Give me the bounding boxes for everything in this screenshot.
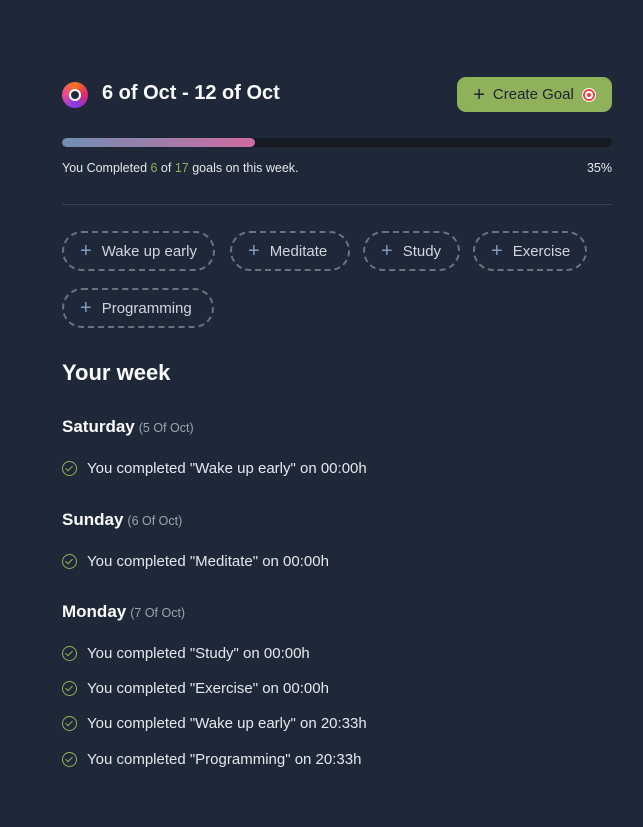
progress-text-middle: of [157, 161, 175, 175]
total-count: 17 [174, 161, 189, 175]
plus-icon: + [80, 297, 92, 319]
completion-text: You completed "Wake up early" on 00:00h [87, 460, 367, 477]
completion-entry: You completed "Programming" on 20:33h [62, 751, 361, 768]
completion-entry: You completed "Wake up early" on 00:00h [62, 460, 367, 477]
progress-bar-fill [62, 138, 255, 147]
goal-chip-meditate[interactable]: + Meditate [230, 231, 350, 271]
goal-chip-label: Meditate [269, 242, 328, 260]
completion-text: You completed "Exercise" on 00:00h [87, 680, 329, 697]
header: 6 of Oct - 12 of Oct + Create Goal [62, 77, 612, 112]
goal-chip-exercise[interactable]: + Exercise [473, 231, 587, 271]
plus-icon: + [248, 240, 260, 262]
goal-chip-wake-up-early[interactable]: + Wake up early [62, 231, 215, 271]
day-heading-sunday: Sunday (6 Of Oct) [62, 510, 182, 530]
goal-chip-label: Study [402, 242, 442, 260]
progress-text-suffix: goals on this week. [188, 161, 299, 175]
check-circle-icon [62, 681, 77, 696]
progress-text-prefix: You Completed [62, 161, 151, 175]
target-icon [581, 87, 596, 102]
check-circle-icon [62, 752, 77, 767]
check-circle-icon [62, 716, 77, 731]
progress-summary: You Completed 6 of 17 goals on this week… [62, 161, 612, 175]
app-logo-icon [62, 82, 88, 108]
goal-chip-label: Wake up early [101, 242, 198, 260]
progress-bar [62, 138, 612, 147]
completion-entry: You completed "Study" on 00:00h [62, 645, 310, 662]
progress-percent: 35% [586, 161, 612, 175]
completion-text: You completed "Programming" on 20:33h [87, 751, 362, 768]
completion-text: You completed "Wake up early" on 20:33h [87, 715, 367, 732]
day-heading-saturday: Saturday (5 Of Oct) [62, 417, 194, 437]
day-date: (5 Of Oct) [138, 421, 194, 435]
check-circle-icon [62, 554, 77, 569]
create-goal-label: Create Goal [492, 86, 574, 103]
divider [62, 204, 612, 205]
day-heading-monday: Monday (7 Of Oct) [62, 602, 185, 622]
day-date: (7 Of Oct) [130, 606, 186, 620]
plus-icon: + [491, 240, 503, 262]
day-date: (6 Of Oct) [127, 514, 183, 528]
plus-icon: + [473, 83, 485, 106]
goal-chip-label: Programming [101, 299, 192, 317]
goal-chip-study[interactable]: + Study [363, 231, 460, 271]
week-section-title: Your week [62, 360, 171, 385]
completion-text: You completed "Meditate" on 00:00h [87, 553, 329, 570]
check-circle-icon [62, 461, 77, 476]
completion-entry: You completed "Wake up early" on 20:33h [62, 715, 367, 732]
completion-entry: You completed "Exercise" on 00:00h [62, 680, 329, 697]
day-name: Sunday [62, 510, 124, 529]
completion-text: You completed "Study" on 00:00h [87, 645, 310, 662]
check-circle-icon [62, 646, 77, 661]
day-name: Monday [62, 602, 127, 621]
completion-entry: You completed "Meditate" on 00:00h [62, 553, 329, 570]
goal-chip-label: Exercise [512, 242, 571, 260]
day-name: Saturday [62, 417, 135, 436]
create-goal-button[interactable]: + Create Goal [457, 77, 612, 112]
week-range-title: 6 of Oct - 12 of Oct [102, 82, 280, 104]
goal-chip-programming[interactable]: + Programming [62, 288, 214, 328]
plus-icon: + [80, 240, 92, 262]
plus-icon: + [381, 240, 393, 262]
